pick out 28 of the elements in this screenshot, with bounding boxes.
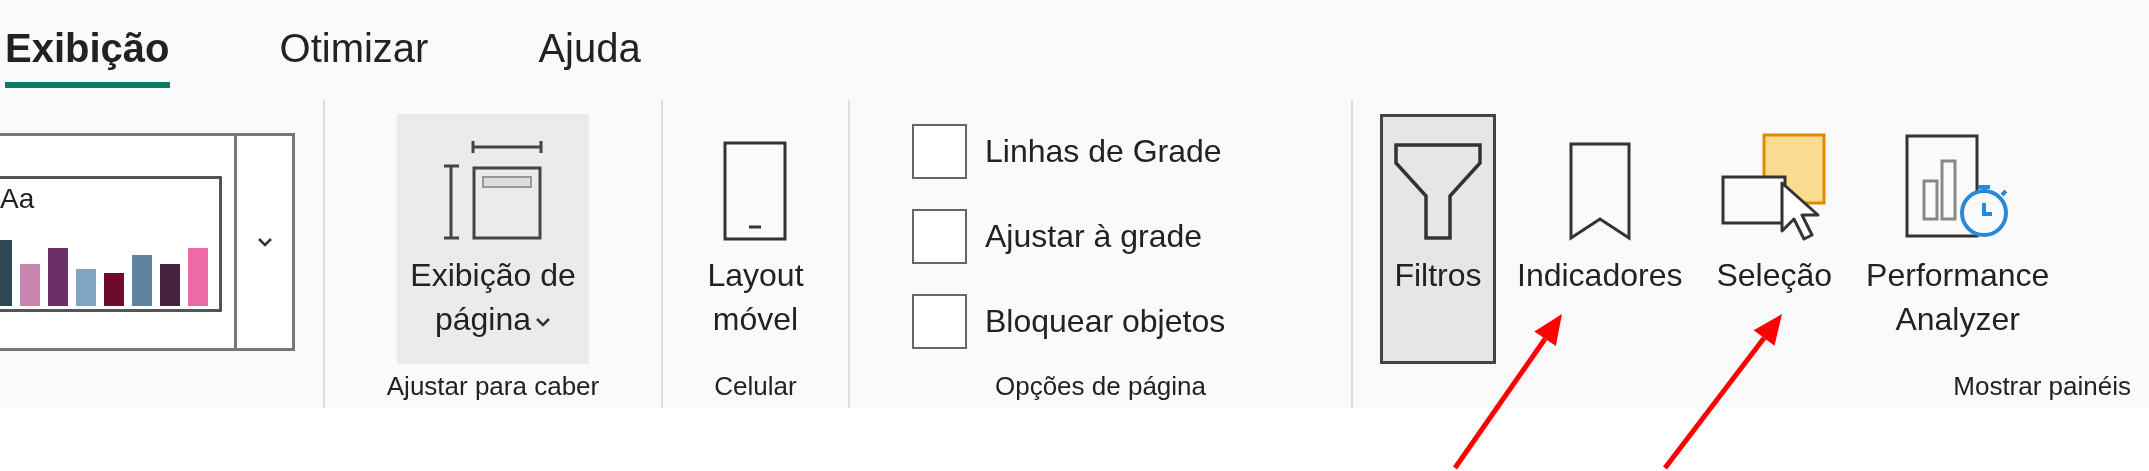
chevron-down-icon	[256, 237, 273, 247]
checkbox-label[interactable]: Ajustar à grade	[985, 218, 1202, 255]
theme-preview[interactable]: Aa	[0, 176, 222, 312]
ribbon-button[interactable]: Exibição de página	[397, 114, 589, 364]
selection-icon	[1720, 133, 1829, 241]
group-label: Opções de página	[994, 371, 1206, 401]
checkbox[interactable]	[912, 209, 967, 264]
filter-icon	[1393, 141, 1483, 241]
page-view-icon	[443, 141, 543, 241]
phone-icon	[723, 141, 788, 241]
ribbon-button[interactable]: Indicadores	[1504, 114, 1696, 364]
color-bars-icon	[0, 240, 210, 306]
ribbon-button[interactable]: Performance Analyzer	[1853, 114, 2063, 364]
ribbon-tab[interactable]: Exibição	[5, 0, 170, 88]
ribbon-button[interactable]: Layout móvel	[694, 114, 817, 364]
checkbox-label[interactable]: Bloquear objetos	[985, 303, 1226, 340]
group-label: Mostrar painéis	[1953, 371, 2131, 401]
ribbon-tab[interactable]: Ajuda	[538, 0, 641, 88]
theme-sample-text: Aa	[0, 185, 35, 213]
group-label: Celular	[714, 371, 797, 401]
bookmark-icon	[1567, 141, 1632, 241]
ribbon-tab[interactable]: Otimizar	[279, 0, 429, 88]
ribbon-button[interactable]: Seleção	[1703, 114, 1846, 364]
ribbon-button[interactable]: Filtros	[1380, 114, 1496, 364]
checkbox[interactable]	[912, 294, 967, 349]
group-label: Ajustar para caber	[386, 371, 600, 401]
checkbox-label[interactable]: Linhas de Grade	[985, 133, 1222, 170]
checkbox[interactable]	[912, 124, 967, 179]
